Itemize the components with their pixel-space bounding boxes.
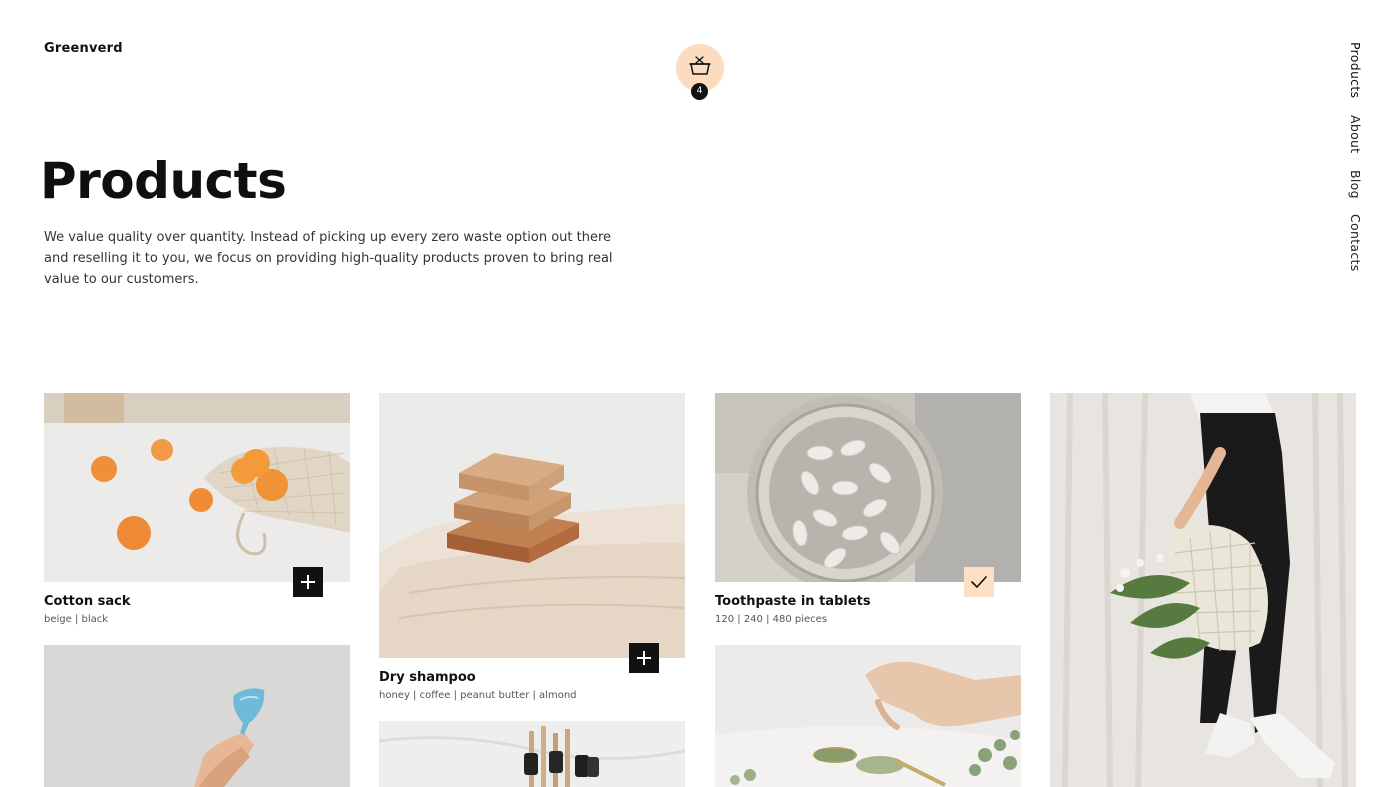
toothpaste-tablets-image[interactable] xyxy=(715,393,1021,582)
product-name[interactable]: Cotton sack xyxy=(44,594,130,609)
cart-button[interactable]: 4 xyxy=(676,44,724,100)
intro-text: We value quality over quantity. Instead … xyxy=(44,230,613,287)
product-variants: honey | coffee | peanut butter | almond xyxy=(379,690,577,701)
add-to-cart-button[interactable] xyxy=(293,567,323,597)
nav-about[interactable]: About xyxy=(1348,115,1363,153)
brand-logo[interactable]: Greenverd xyxy=(44,41,123,56)
cart-count-badge: 4 xyxy=(691,83,708,100)
product-name[interactable]: Dry shampoo xyxy=(379,670,476,685)
basket-icon xyxy=(689,56,711,75)
nav-products[interactable]: Products xyxy=(1348,42,1363,98)
check-icon xyxy=(971,576,987,588)
menstrual-cup-image[interactable] xyxy=(44,645,350,787)
page-title: Products xyxy=(40,152,287,210)
cotton-sack-image[interactable] xyxy=(44,393,350,582)
nav-contacts[interactable]: Contacts xyxy=(1348,214,1363,272)
nav-blog[interactable]: Blog xyxy=(1348,170,1363,199)
product-variants: 120 | 240 | 480 pieces xyxy=(715,614,828,625)
add-to-cart-button[interactable] xyxy=(629,643,659,673)
side-navigation: Products About Blog Contacts xyxy=(1348,42,1368,282)
product-name[interactable]: Toothpaste in tablets xyxy=(715,594,871,609)
mesh-bag-lifestyle-image[interactable] xyxy=(1050,393,1356,787)
product-variants: beige | black xyxy=(44,614,109,625)
face-roller-image[interactable] xyxy=(715,645,1021,787)
toothbrush-image[interactable] xyxy=(379,721,685,787)
dry-shampoo-image[interactable] xyxy=(379,393,685,658)
added-to-cart-button[interactable] xyxy=(964,567,994,597)
